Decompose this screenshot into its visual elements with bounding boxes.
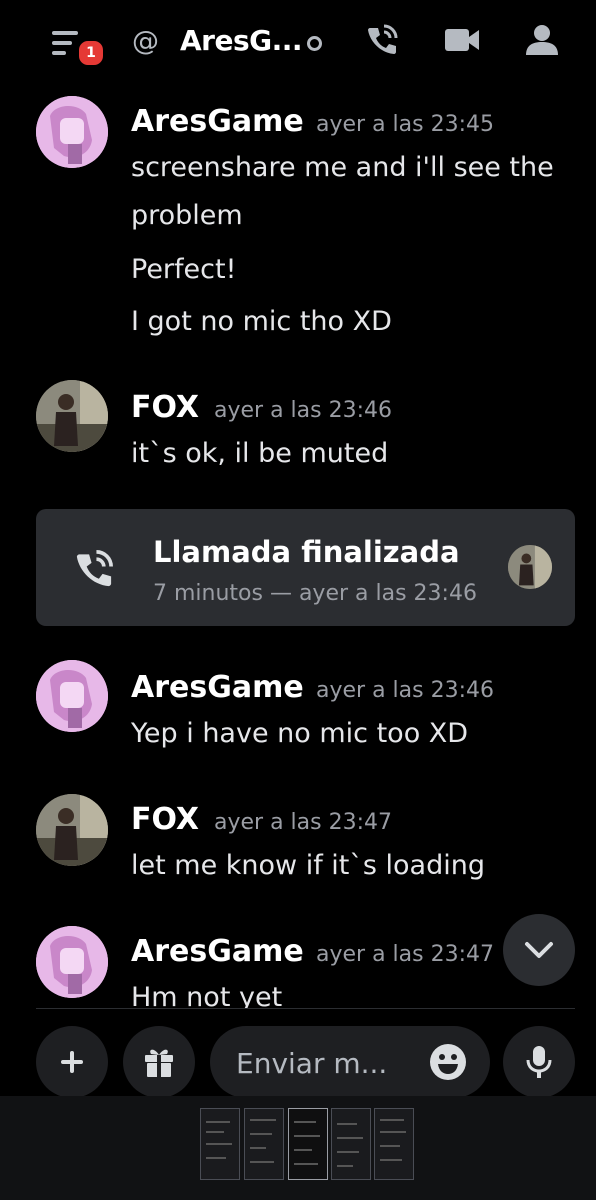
attach-button[interactable] [36,1026,108,1098]
jump-to-latest-button[interactable] [503,914,575,986]
thumbnail[interactable] [244,1108,284,1180]
composer-divider [36,1008,575,1009]
voice-message-button[interactable] [503,1026,575,1098]
chevron-down-icon [525,942,553,958]
message-group: AresGame ayer a las 23:47 Hm not yet [0,0,596,1008]
avatar-image [36,926,108,998]
emoji-icon[interactable] [428,1042,468,1082]
message-text: Hm not yet [131,982,283,1008]
timestamp: ayer a las 23:47 [316,942,494,967]
thumbnail[interactable] [200,1108,240,1180]
plus-icon [61,1051,83,1073]
microphone-icon [526,1046,552,1078]
thumbnail[interactable] [331,1108,371,1180]
screenshot-thumbnail-strip [0,1096,596,1200]
message-input-wrapper [210,1026,490,1100]
thumbnail[interactable] [374,1108,414,1180]
avatar[interactable] [36,926,108,998]
gift-button[interactable] [123,1026,195,1098]
author-name[interactable]: AresGame [131,934,304,969]
message-input[interactable] [234,1026,438,1100]
thumbnail-active[interactable] [288,1108,328,1180]
gift-icon [145,1049,173,1077]
